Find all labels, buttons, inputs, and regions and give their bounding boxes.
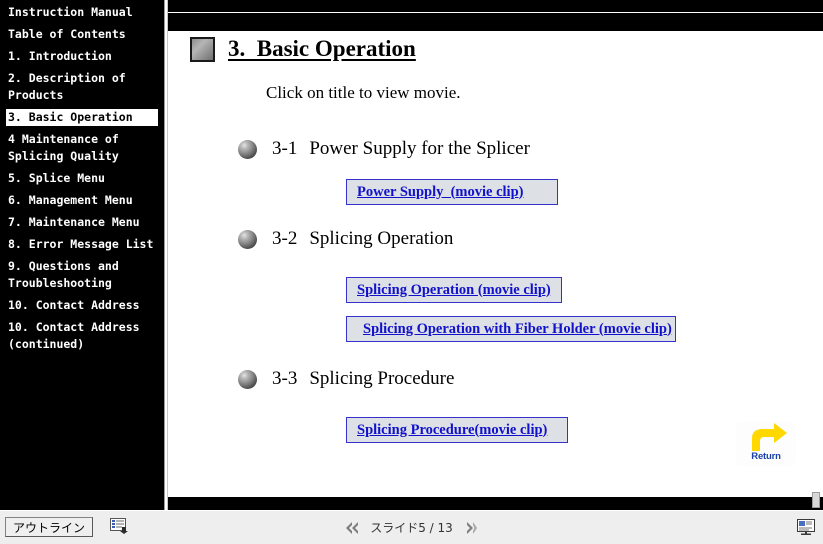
next-slide-icon[interactable] bbox=[463, 521, 479, 535]
sphere-bullet-icon bbox=[238, 229, 257, 249]
outline-item-contact-address-continued[interactable]: 10. Contact Address (continued) bbox=[6, 319, 158, 353]
movie-clip-link-splicing-operation[interactable]: Splicing Operation (movie clip) bbox=[346, 277, 562, 303]
sphere-bullet-icon bbox=[238, 139, 257, 159]
outline-item-contact-address[interactable]: 10. Contact Address bbox=[6, 297, 158, 314]
section-number-3-2: 3-2 bbox=[272, 228, 298, 249]
outline-list[interactable]: Instruction Manual Table of Contents 1. … bbox=[6, 4, 158, 504]
outline-item-table-of-contents[interactable]: Table of Contents bbox=[6, 26, 158, 43]
outline-item-questions-and-troubleshooting[interactable]: 9. Questions and Troubleshooting bbox=[6, 258, 158, 292]
outline-item-maintenance-menu[interactable]: 7. Maintenance Menu bbox=[6, 214, 158, 231]
outline-item-splice-menu[interactable]: 5. Splice Menu bbox=[6, 170, 158, 187]
tab-outline[interactable]: アウトライン bbox=[5, 517, 94, 537]
slide-show-icon bbox=[797, 519, 815, 535]
movie-clip-link-splicing-operation-fiber-holder[interactable]: Splicing Operation with Fiber Holder (mo… bbox=[346, 316, 676, 342]
outline-view-icon[interactable] bbox=[108, 516, 130, 536]
section-row-3-2: 3-2 Splicing Operation bbox=[238, 228, 453, 250]
section-row-3-1: 3-1 Power Supply for the Splicer bbox=[238, 138, 530, 160]
outline-item-instruction-manual[interactable]: Instruction Manual bbox=[6, 4, 158, 21]
section-number-3-3: 3-3 bbox=[272, 368, 298, 389]
movie-clip-link-power-supply[interactable]: Power Supply (movie clip) bbox=[346, 179, 558, 205]
movie-clip-link-label[interactable]: Splicing Operation (movie clip) bbox=[357, 282, 551, 299]
presentation-window: Instruction Manual Table of Contents 1. … bbox=[0, 0, 823, 544]
section-heading-3-2: Splicing Operation bbox=[309, 228, 454, 249]
return-button-label: Return bbox=[751, 451, 781, 462]
outline-pane: Instruction Manual Table of Contents 1. … bbox=[0, 0, 164, 510]
square-bullet-icon bbox=[190, 36, 215, 62]
movie-clip-link-label[interactable]: Splicing Operation with Fiber Holder (mo… bbox=[363, 321, 672, 338]
outline-item-basic-operation[interactable]: 3. Basic Operation bbox=[6, 109, 158, 126]
movie-clip-link-splicing-procedure[interactable]: Splicing Procedure(movie clip) bbox=[346, 417, 568, 443]
outline-item-introduction[interactable]: 1. Introduction bbox=[6, 48, 158, 65]
prev-slide-icon[interactable] bbox=[344, 521, 360, 535]
vertical-scrollbar-notch[interactable] bbox=[812, 492, 820, 508]
slide-bottom-bar bbox=[168, 497, 823, 510]
return-button[interactable]: Return bbox=[736, 422, 796, 466]
slide-title-row: 3. Basic Operation bbox=[190, 36, 416, 62]
tab-outline-label: アウトライン bbox=[13, 520, 86, 535]
slide-subtitle: Click on title to view movie. bbox=[266, 83, 461, 102]
slide-show-button[interactable] bbox=[794, 516, 818, 538]
section-heading-3-3: Splicing Procedure bbox=[309, 368, 455, 389]
slide-counter-text: スライド5 / 13 bbox=[370, 521, 453, 535]
page-title: 3. Basic Operation bbox=[228, 36, 416, 61]
outline-item-maintenance-of-splicing-quality[interactable]: 4 Maintenance of Splicing Quality bbox=[6, 131, 158, 165]
movie-clip-link-label[interactable]: Splicing Procedure(movie clip) bbox=[357, 422, 547, 439]
section-number-3-1: 3-1 bbox=[272, 138, 298, 159]
return-arrow-icon bbox=[752, 423, 787, 451]
outline-item-error-message-list[interactable]: 8. Error Message List bbox=[6, 236, 158, 253]
section-heading-3-1: Power Supply for the Splicer bbox=[309, 138, 530, 159]
section-row-3-3: 3-3 Splicing Procedure bbox=[238, 368, 454, 390]
outline-item-description-of-products[interactable]: 2. Description of Products bbox=[6, 70, 158, 104]
slide-region: 3. Basic Operation Click on title to vie… bbox=[168, 0, 823, 510]
slide-canvas: 3. Basic Operation Click on title to vie… bbox=[168, 31, 823, 497]
movie-clip-link-label[interactable]: Power Supply (movie clip) bbox=[357, 184, 523, 201]
slide-top-bar bbox=[168, 0, 823, 12]
status-bar: アウトライン スライド5 / 13 bbox=[0, 510, 823, 544]
outline-view-glyph bbox=[110, 518, 128, 534]
sphere-bullet-icon bbox=[238, 369, 257, 389]
outline-item-management-menu[interactable]: 6. Management Menu bbox=[6, 192, 158, 209]
slide-top-strip bbox=[168, 13, 823, 31]
